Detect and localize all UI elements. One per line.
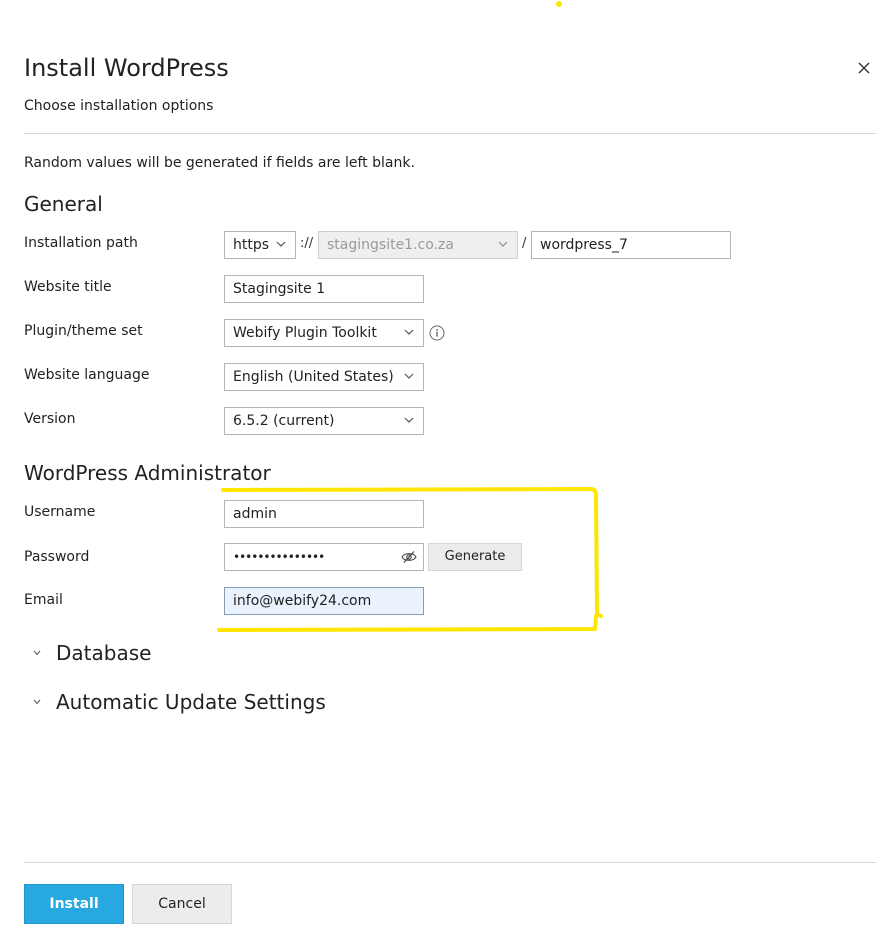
website-title-value: Stagingsite 1 (233, 281, 326, 297)
random-values-hint: Random values will be generated if field… (24, 155, 415, 171)
wordpress-administrator-heading: WordPress Administrator (24, 461, 271, 485)
website-language-label: Website language (24, 367, 150, 383)
protocol-select[interactable]: https (224, 231, 296, 259)
email-input[interactable]: info@webify24.com (224, 587, 424, 615)
dialog-title: Install WordPress (24, 54, 229, 82)
directory-input[interactable]: wordpress_7 (531, 231, 731, 259)
install-wordpress-dialog: Install WordPress Choose installation op… (0, 0, 888, 946)
password-value: ••••••••••••••• (233, 550, 325, 564)
email-value: info@webify24.com (233, 593, 372, 609)
eye-slash-icon[interactable] (401, 550, 417, 564)
website-title-label: Website title (24, 279, 112, 295)
chevron-down-icon (404, 329, 414, 335)
website-language-select[interactable]: English (United States) (224, 363, 424, 391)
username-label: Username (24, 504, 96, 520)
chevron-down-icon[interactable] (32, 699, 42, 705)
directory-value: wordpress_7 (540, 237, 628, 253)
database-section-toggle[interactable]: Database (56, 641, 151, 665)
domain-select[interactable]: stagingsite1.co.za (318, 231, 518, 259)
installation-path-label: Installation path (24, 235, 138, 251)
generate-password-button[interactable]: Generate (428, 543, 522, 571)
username-input[interactable]: admin (224, 500, 424, 528)
plugin-theme-set-label: Plugin/theme set (24, 323, 143, 339)
website-title-input[interactable]: Stagingsite 1 (224, 275, 424, 303)
chevron-down-icon (276, 241, 286, 247)
username-value: admin (233, 506, 277, 522)
domain-value: stagingsite1.co.za (327, 237, 454, 253)
password-label: Password (24, 549, 90, 565)
cancel-button[interactable]: Cancel (132, 884, 232, 924)
header-divider (24, 133, 876, 134)
password-input[interactable]: ••••••••••••••• (224, 543, 424, 571)
protocol-value: https (233, 237, 270, 253)
version-select[interactable]: 6.5.2 (current) (224, 407, 424, 435)
website-language-value: English (United States) (233, 369, 394, 385)
plugin-theme-set-select[interactable]: Webify Plugin Toolkit (224, 319, 424, 347)
chevron-down-icon (404, 417, 414, 423)
protocol-separator: :// (300, 236, 314, 251)
plugin-theme-set-value: Webify Plugin Toolkit (233, 325, 377, 341)
version-value: 6.5.2 (current) (233, 413, 335, 429)
email-label: Email (24, 592, 63, 608)
chevron-down-icon (404, 373, 414, 379)
path-slash: / (522, 236, 527, 251)
version-label: Version (24, 411, 76, 427)
close-icon[interactable] (856, 60, 872, 76)
automatic-update-settings-toggle[interactable]: Automatic Update Settings (56, 690, 326, 714)
info-icon[interactable] (429, 325, 445, 341)
footer-divider (24, 862, 876, 863)
chevron-down-icon[interactable] (32, 650, 42, 656)
dialog-subtitle: Choose installation options (24, 98, 214, 114)
chevron-down-icon (498, 241, 508, 247)
general-heading: General (24, 192, 103, 216)
install-button[interactable]: Install (24, 884, 124, 924)
